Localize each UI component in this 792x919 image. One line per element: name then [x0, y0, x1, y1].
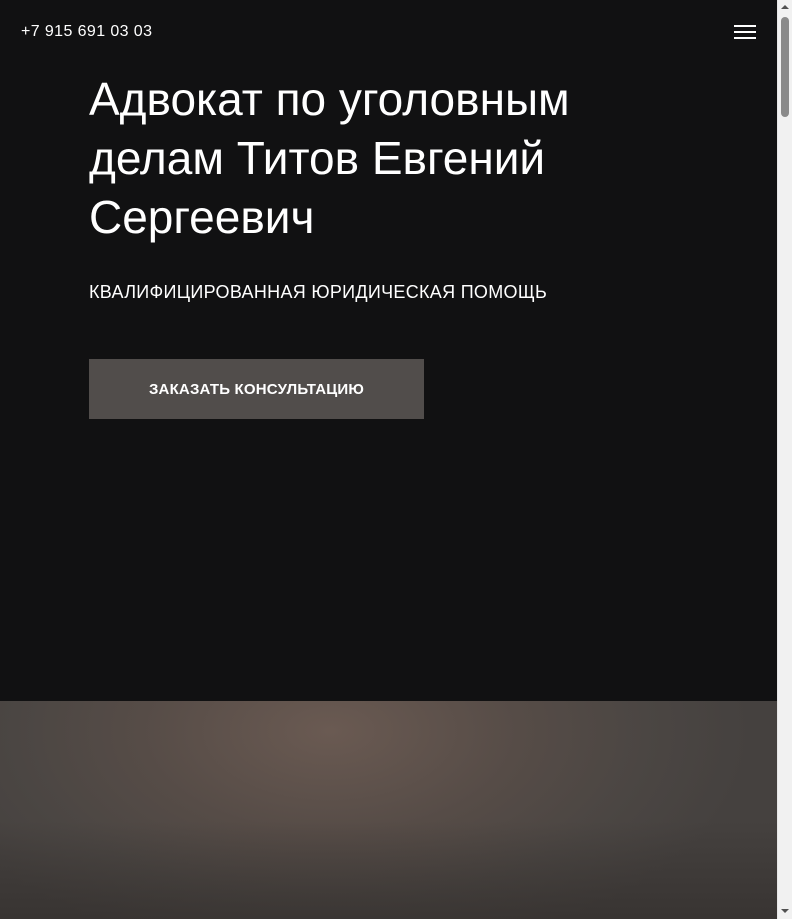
site-header: +7 915 691 03 03	[0, 0, 777, 64]
hero-section: +7 915 691 03 03 Адвокат по уголовным де…	[0, 0, 777, 701]
scrollbar-thumb[interactable]	[781, 17, 789, 117]
hamburger-menu-icon[interactable]	[734, 24, 758, 40]
background-image	[0, 701, 777, 919]
vertical-scrollbar[interactable]	[777, 0, 792, 919]
menu-line	[734, 25, 756, 27]
page-title: Адвокат по уголовным делам Титов Евгений…	[89, 73, 570, 243]
photo-background-section	[0, 701, 777, 919]
hero-subtitle: КВАЛИФИЦИРОВАННАЯ ЮРИДИЧЕСКАЯ ПОМОЩЬ	[89, 282, 548, 302]
menu-line	[734, 31, 756, 33]
scroll-down-arrow-icon[interactable]	[781, 909, 789, 913]
page-viewport: +7 915 691 03 03 Адвокат по уголовным де…	[0, 0, 777, 919]
menu-line	[734, 37, 756, 39]
order-consultation-button[interactable]: ЗАКАЗАТЬ КОНСУЛЬТАЦИЮ	[89, 359, 424, 419]
scroll-up-arrow-icon[interactable]	[781, 5, 789, 9]
phone-link[interactable]: +7 915 691 03 03	[21, 21, 152, 43]
